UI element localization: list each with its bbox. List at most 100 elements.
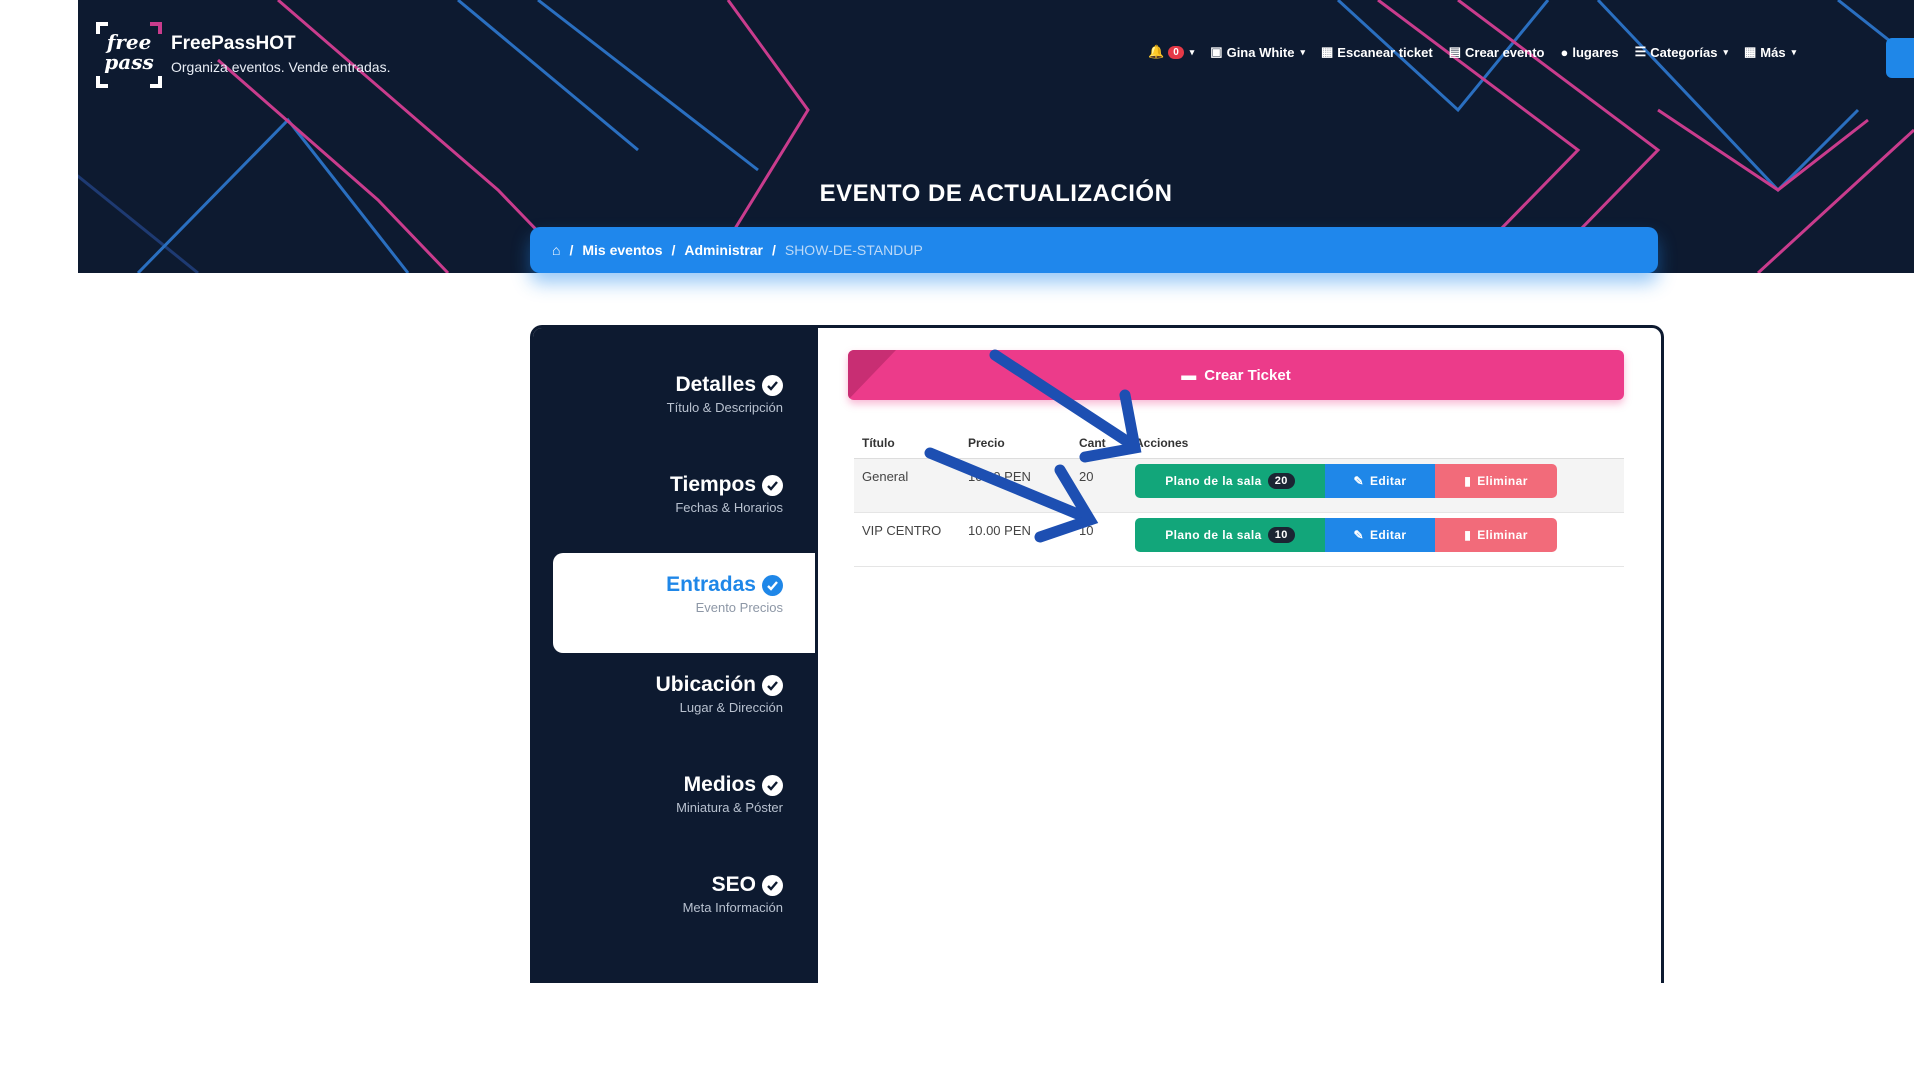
column-header-title: Título [854,428,960,459]
nav-create-event[interactable]: ▤ Crear evento [1449,44,1545,60]
chevron-down-icon: ▾ [1300,46,1305,57]
delete-button[interactable]: ▮ Eliminar [1435,518,1557,552]
editor-sidebar: Detalles Título & Descripción Tiempos Fe… [533,328,818,983]
edit-button[interactable]: ✎ Editar [1325,464,1435,498]
column-header-qty: Cant [1071,428,1127,459]
edit-label: Editar [1370,474,1407,488]
sidebar-item-title: Entradas [666,573,756,596]
ticket-qty: 10 [1071,512,1127,567]
row-actions: Plano de la sala 10 ✎ Editar ▮ Eliminar [1135,518,1616,552]
logo-word-free: free [106,30,152,54]
ticket-title: VIP CENTRO [854,512,960,567]
seat-plan-label: Plano de la sala [1165,528,1262,542]
table-row: VIP CENTRO 10.00 PEN 10 Plano de la sala… [854,512,1624,567]
sidebar-item-media[interactable]: Medios Miniatura & Póster [553,753,815,853]
check-circle-icon [762,574,783,596]
breadcrumb-separator: / [569,242,574,258]
nav-categories[interactable]: ☰ Categorías ▾ [1635,44,1728,60]
breadcrumb: ⌂ / Mis eventos / Administrar / SHOW-DE-… [530,227,1658,273]
trash-icon: ▮ [1464,474,1472,488]
nav-places[interactable]: ● lugares [1560,45,1618,60]
column-header-price: Precio [960,428,1071,459]
brand-name[interactable]: FreePassHOT [171,33,390,55]
check-circle-icon [762,474,783,496]
sidebar-item-title: Medios [683,773,756,796]
sidebar-item-title: Tiempos [670,473,756,496]
column-header-actions: Acciones [1127,428,1624,459]
sidebar-item-title: Ubicación [655,673,756,696]
user-card-icon: ▣ [1210,44,1223,59]
check-circle-icon [762,774,783,796]
brand-tagline: Organiza eventos. Vende entradas. [171,59,391,75]
tickets-panel: ▬ Crear Ticket Título Precio Cant Accion… [818,328,1661,983]
breadcrumb-separator: / [771,242,776,258]
user-menu[interactable]: ▣ Gina White ▾ [1210,44,1305,60]
event-editor-card: Detalles Título & Descripción Tiempos Fe… [530,325,1664,983]
table-row: General 10.00 PEN 20 Plano de la sala 20… [854,458,1624,513]
delete-label: Eliminar [1477,474,1528,488]
nav-scan-label: Escanear ticket [1337,44,1433,60]
nav-more-label: Más [1760,44,1786,60]
chevron-down-icon: ▾ [1189,46,1195,57]
nav-places-label: lugares [1572,44,1619,60]
user-name: Gina White [1226,44,1295,60]
create-ticket-label: Crear Ticket [1204,366,1291,384]
row-actions: Plano de la sala 20 ✎ Editar ▮ Eliminar [1135,464,1616,498]
sidebar-item-location[interactable]: Ubicación Lugar & Dirección [553,653,815,753]
sidebar-item-subtitle: Lugar & Dirección [679,700,783,715]
nav-action-button[interactable] [1886,38,1914,78]
seat-plan-button[interactable]: Plano de la sala 10 [1135,518,1325,552]
sidebar-item-subtitle: Fechas & Horarios [675,500,783,515]
seat-plan-label: Plano de la sala [1165,474,1262,488]
edit-button[interactable]: ✎ Editar [1325,518,1435,552]
create-ticket-button[interactable]: ▬ Crear Ticket [848,350,1624,400]
delete-label: Eliminar [1477,528,1528,542]
seat-plan-button[interactable]: Plano de la sala 20 [1135,464,1325,498]
seat-count-badge: 20 [1267,473,1295,489]
qr-icon: ▦ [1321,44,1334,59]
sidebar-item-details[interactable]: Detalles Título & Descripción [553,353,815,453]
edit-icon: ✎ [1353,474,1365,488]
grid-icon: ▦ [1743,44,1757,59]
sidebar-item-tickets[interactable]: Entradas Evento Precios [553,553,815,653]
edit-label: Editar [1370,528,1407,542]
sidebar-item-title: SEO [711,873,756,896]
brand: FreePassHOT Organiza eventos. Vende entr… [171,33,390,75]
sidebar-item-subtitle: Miniatura & Póster [676,800,783,815]
notifications-menu[interactable]: 🔔 0 ▾ [1148,44,1194,60]
check-circle-icon [762,374,783,396]
ticket-qty: 20 [1071,458,1127,513]
page-title: EVENTO DE ACTUALIZACIÓN [819,180,1173,207]
check-circle-icon [762,874,783,896]
top-nav: 🔔 0 ▾ ▣ Gina White ▾ ▦ Escanear ticket ▤… [1148,44,1796,60]
ticket-price: 10.00 PEN [960,512,1071,567]
list-icon: ☰ [1634,44,1647,59]
breadcrumb-separator: / [671,242,676,258]
breadcrumb-my-events[interactable]: Mis eventos [582,242,662,258]
breadcrumb-manage[interactable]: Administrar [684,242,763,258]
nav-categories-label: Categorías [1650,44,1718,60]
ticket-title: General [854,458,960,513]
calendar-icon: ▤ [1448,44,1461,59]
sidebar-item-seo[interactable]: SEO Meta Información [553,853,815,953]
notifications-badge: 0 [1168,45,1184,59]
check-circle-icon [762,674,783,696]
home-icon[interactable]: ⌂ [552,242,560,258]
bell-icon: 🔔 [1148,44,1165,59]
map-marker-icon: ● [1560,44,1569,60]
sidebar-item-subtitle: Meta Información [682,900,783,915]
nav-more[interactable]: ▦ Más ▾ [1744,44,1796,60]
brand-logo[interactable]: free pass [96,22,162,88]
sidebar-item-title: Detalles [675,373,756,396]
chevron-down-icon: ▾ [1791,46,1797,57]
sidebar-item-subtitle: Evento Precios [695,600,783,615]
sidebar-item-subtitle: Título & Descripción [666,400,783,415]
ticket-price: 10.00 PEN [960,458,1071,513]
delete-button[interactable]: ▮ Eliminar [1435,464,1557,498]
sidebar-item-times[interactable]: Tiempos Fechas & Horarios [553,453,815,553]
nav-scan-ticket[interactable]: ▦ Escanear ticket [1321,44,1433,60]
tickets-table: Título Precio Cant Acciones General 10.0… [854,428,1624,567]
logo-word-pass: pass [104,50,154,74]
chevron-down-icon: ▾ [1723,46,1728,57]
edit-icon: ✎ [1353,528,1365,542]
